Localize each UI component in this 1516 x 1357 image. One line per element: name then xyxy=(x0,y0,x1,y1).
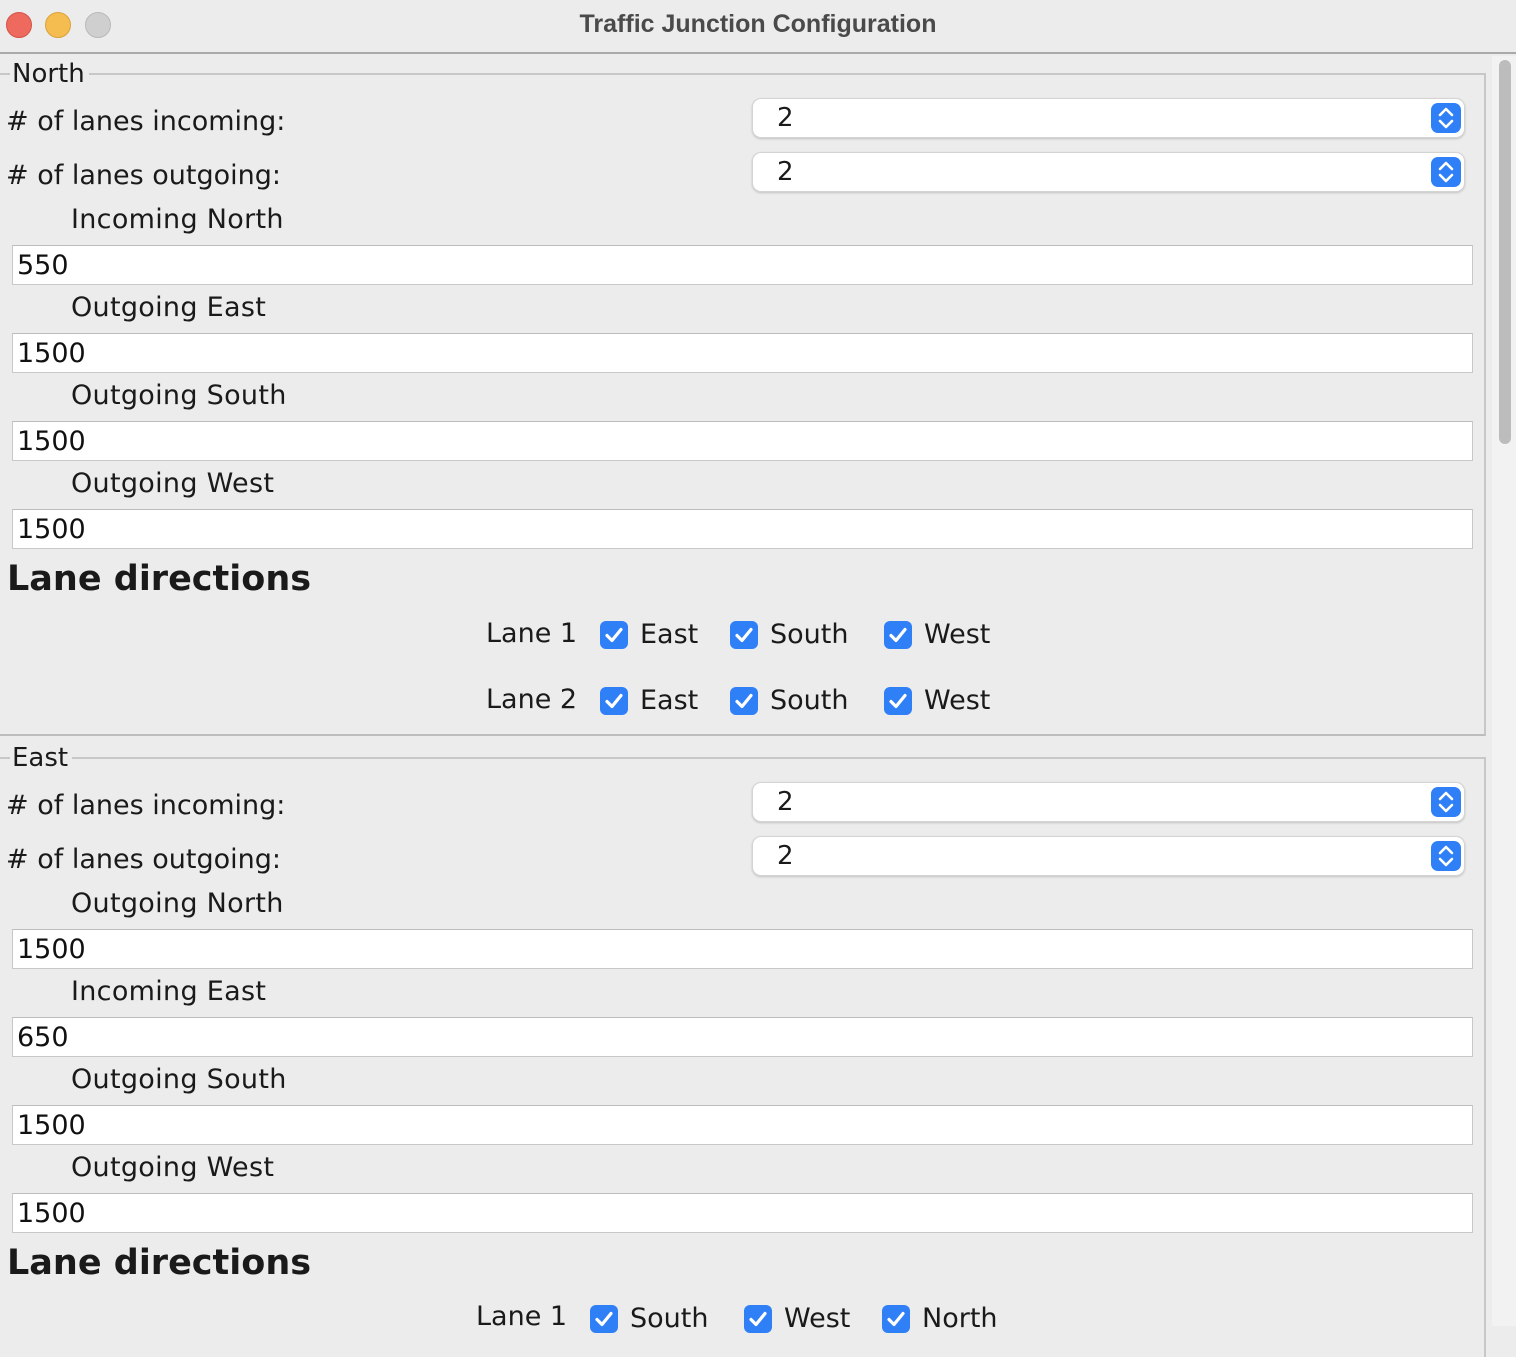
lanes-incoming-select[interactable]: 2 xyxy=(752,98,1465,138)
field-label: Incoming North xyxy=(71,204,284,235)
checkbox-south[interactable]: South xyxy=(730,618,848,652)
checkbox-south[interactable]: South xyxy=(590,1302,708,1336)
east-panel: East # of lanes incoming: 2 # of lanes o… xyxy=(0,742,1486,1357)
up-down-chevron-icon[interactable] xyxy=(1431,841,1461,871)
scroll-content: North # of lanes incoming: 2 # of lanes … xyxy=(0,56,1492,1357)
lanes-outgoing-select[interactable]: 2 xyxy=(752,152,1465,192)
lanes-incoming-select[interactable]: 2 xyxy=(752,782,1465,822)
checkbox-west[interactable]: West xyxy=(744,1302,850,1336)
lanes-incoming-label: # of lanes incoming: xyxy=(6,106,286,137)
checkmark-icon[interactable] xyxy=(884,621,912,649)
checkbox-label: South xyxy=(770,619,849,650)
checkmark-icon[interactable] xyxy=(600,621,628,649)
up-down-chevron-icon[interactable] xyxy=(1431,103,1461,133)
lanes-incoming-value: 2 xyxy=(777,787,794,817)
checkbox-label: West xyxy=(784,1303,851,1334)
lanes-incoming-label: # of lanes incoming: xyxy=(6,790,286,821)
checkmark-icon[interactable] xyxy=(730,687,758,715)
checkbox-label: North xyxy=(922,1303,998,1334)
checkbox-west[interactable]: West xyxy=(884,684,990,718)
field-label: Outgoing West xyxy=(71,468,275,499)
lane-label: Lane 1 xyxy=(476,1301,568,1332)
window-title: Traffic Junction Configuration xyxy=(579,10,937,38)
checkbox-label: East xyxy=(640,619,699,650)
lane-label: Lane 2 xyxy=(486,684,578,715)
field-label: Outgoing South xyxy=(71,1064,287,1095)
up-down-chevron-icon[interactable] xyxy=(1431,787,1461,817)
lane-directions-heading: Lane directions xyxy=(7,1243,312,1283)
checkmark-icon[interactable] xyxy=(590,1305,618,1333)
field-label: Outgoing North xyxy=(71,888,284,919)
checkbox-label: West xyxy=(924,619,991,650)
outgoing-east-input[interactable] xyxy=(12,333,1473,373)
field-label: Outgoing West xyxy=(71,1152,275,1183)
window-titlebar: Traffic Junction Configuration xyxy=(0,0,1516,54)
lanes-outgoing-label: # of lanes outgoing: xyxy=(6,160,281,191)
checkbox-label: West xyxy=(924,685,991,716)
outgoing-south-input[interactable] xyxy=(12,421,1473,461)
checkbox-east[interactable]: East xyxy=(600,684,698,718)
outgoing-south-input[interactable] xyxy=(12,1105,1473,1145)
checkmark-icon[interactable] xyxy=(600,687,628,715)
field-label: Outgoing East xyxy=(71,292,267,323)
up-down-chevron-icon[interactable] xyxy=(1431,157,1461,187)
field-label: Outgoing South xyxy=(71,380,287,411)
lane-label: Lane 1 xyxy=(486,618,578,649)
checkmark-icon[interactable] xyxy=(882,1305,910,1333)
checkbox-east[interactable]: East xyxy=(600,618,698,652)
incoming-north-input[interactable] xyxy=(12,245,1473,285)
checkbox-label: South xyxy=(770,685,849,716)
field-label: Incoming East xyxy=(71,976,267,1007)
lanes-outgoing-select[interactable]: 2 xyxy=(752,836,1465,876)
scrollbar-thumb[interactable] xyxy=(1499,60,1511,444)
checkmark-icon[interactable] xyxy=(744,1305,772,1333)
outgoing-west-input[interactable] xyxy=(12,509,1473,549)
lanes-outgoing-label: # of lanes outgoing: xyxy=(6,844,281,875)
lanes-outgoing-value: 2 xyxy=(777,841,794,871)
checkmark-icon[interactable] xyxy=(884,687,912,715)
lane-directions-heading: Lane directions xyxy=(7,559,312,599)
panel-title: East xyxy=(10,742,73,774)
north-panel: North # of lanes incoming: 2 # of lanes … xyxy=(0,58,1486,736)
checkmark-icon[interactable] xyxy=(730,621,758,649)
lanes-outgoing-value: 2 xyxy=(777,157,794,187)
panel-title: North xyxy=(10,58,89,90)
outgoing-west-input[interactable] xyxy=(12,1193,1473,1233)
lanes-incoming-value: 2 xyxy=(777,103,794,133)
incoming-east-input[interactable] xyxy=(12,1017,1473,1057)
checkbox-label: East xyxy=(640,685,699,716)
checkbox-south[interactable]: South xyxy=(730,684,848,718)
checkbox-north[interactable]: North xyxy=(882,1302,998,1336)
vertical-scrollbar[interactable] xyxy=(1492,56,1516,1326)
checkbox-west[interactable]: West xyxy=(884,618,990,652)
checkbox-label: South xyxy=(630,1303,709,1334)
outgoing-north-input[interactable] xyxy=(12,929,1473,969)
